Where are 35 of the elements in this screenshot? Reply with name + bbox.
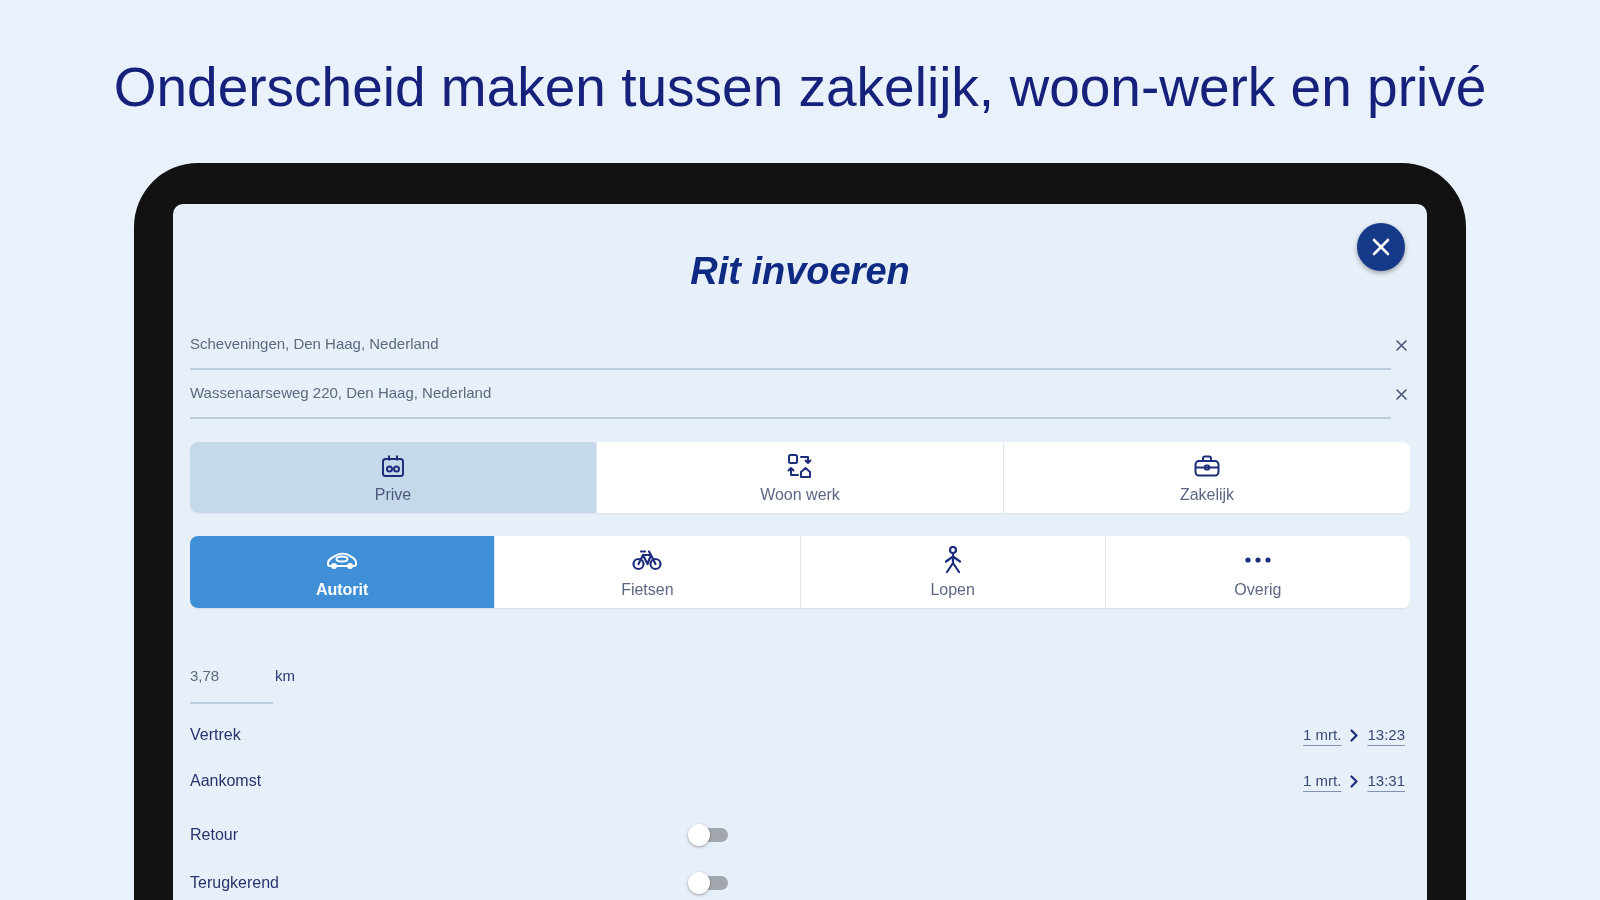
close-button[interactable] [1357,223,1405,271]
toggle-label: Retour [190,825,240,845]
toggle-switch[interactable] [688,872,728,894]
trip-type-tab[interactable]: Zakelijk [1003,442,1410,513]
time-label: Aankomst [190,771,262,791]
time-link[interactable]: 13:23 [1367,723,1405,747]
date-link[interactable]: 1 mrt. [1303,723,1342,747]
dialog-title: Rit invoeren [690,249,910,294]
bicycle-icon [632,549,663,571]
toggle-switch[interactable] [688,824,728,846]
briefcase-icon [1194,455,1220,477]
date-link[interactable]: 1 mrt. [1303,769,1342,793]
time-label: Vertrek [190,725,241,745]
car-icon [326,551,359,569]
address-field[interactable]: Wassenaarseweg 220, Den Haag, Nederland [190,370,1391,419]
trip-type-tab[interactable]: Woon werk [596,442,1003,513]
chevron-right-icon [1350,774,1359,788]
close-icon[interactable] [1396,340,1407,351]
time-link[interactable]: 13:31 [1367,769,1405,793]
transport-mode-tab[interactable]: Overig [1104,536,1410,608]
headline: Onderscheid maken tussen zakelijk, woon-werk en privé [113,55,1487,119]
unit-label: km [275,666,295,686]
close-icon [1372,238,1390,256]
toggle-label: Terugkerend [190,873,280,893]
more-icon [1244,557,1271,563]
distance-field[interactable]: 3,78 [190,662,273,704]
exchange-icon [787,453,813,479]
transport-mode-tab[interactable]: Fietsen [494,536,800,608]
transport-mode-tab[interactable]: Lopen [799,536,1105,608]
trip-type-tab[interactable]: Prive [190,442,596,513]
address-field[interactable]: Scheveningen, Den Haag, Nederland [190,321,1391,370]
close-icon[interactable] [1396,389,1407,400]
chevron-right-icon [1350,728,1359,742]
transport-mode-tab[interactable]: Autorit [190,536,495,608]
calendar-icon [381,454,405,478]
